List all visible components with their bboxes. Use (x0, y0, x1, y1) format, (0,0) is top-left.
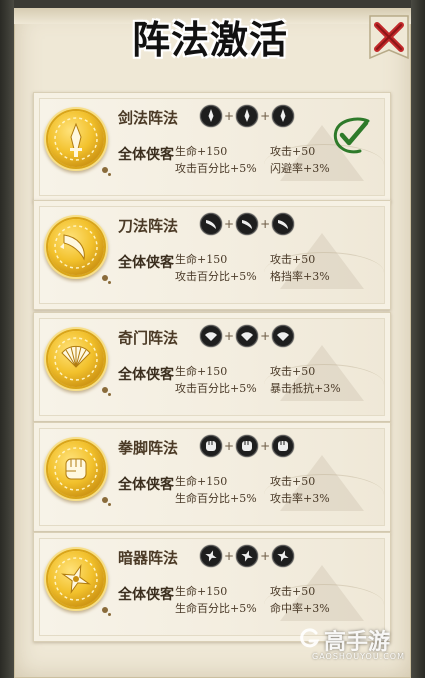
sword-icon (200, 105, 222, 127)
formation-name: 奇门阵法 (118, 329, 179, 347)
target-label: 全体侠客 (118, 477, 174, 493)
required-weapons: + + (200, 105, 295, 127)
plus-sign: + (260, 549, 271, 563)
target-label: 全体侠客 (118, 587, 174, 603)
stat-percent: 攻击百分比+5% (175, 382, 257, 395)
target-label: 全体侠客 (118, 147, 174, 163)
medal-ornament (102, 167, 108, 173)
stat-hp: 生命+150 (175, 145, 228, 158)
plus-sign: + (224, 217, 235, 231)
formation-card-saber[interactable]: 刀法阵法 + + 全体侠客 生命+150 攻击+50 攻击百分比+5% 格挡率+… (33, 200, 391, 310)
fan-medal-icon (48, 331, 104, 387)
plus-sign: + (260, 329, 271, 343)
plus-sign: + (224, 549, 235, 563)
fan-icon (236, 325, 259, 347)
formation-name: 暗器阵法 (118, 549, 179, 567)
stat-rate: 攻击率+3% (270, 492, 330, 505)
saber-icon (236, 213, 259, 235)
activated-check-icon (333, 117, 370, 154)
stat-attack: 攻击+50 (270, 145, 316, 158)
stat-attack: 攻击+50 (270, 365, 316, 378)
stat-hp: 生命+150 (175, 475, 228, 488)
saber-icon (272, 213, 295, 235)
medal-ornament (102, 497, 108, 503)
fist-medal-icon (48, 441, 104, 497)
fist-icon (272, 435, 295, 457)
formation-card-fan[interactable]: 奇门阵法 + + 全体侠客 生命+150 攻击+50 攻击百分比+5% 暴击抵抗… (33, 312, 391, 422)
plus-sign: + (260, 109, 271, 123)
required-weapons: + + (200, 213, 295, 235)
stat-hp: 生命+150 (175, 253, 228, 266)
required-weapons: + + (200, 545, 295, 567)
plus-sign: + (224, 439, 235, 453)
shuriken-icon (236, 545, 259, 567)
fist-icon (236, 435, 259, 457)
plus-sign: + (224, 109, 235, 123)
formation-name: 刀法阵法 (118, 217, 179, 235)
stat-percent: 攻击百分比+5% (175, 162, 257, 175)
close-x-icon (369, 15, 409, 60)
panel-title: 阵法激活 (131, 18, 288, 62)
watermark-url: GAOSHOUYOU.COM (312, 652, 406, 661)
target-label: 全体侠客 (118, 255, 174, 271)
medal-ornament (108, 281, 111, 284)
required-weapons: + + (200, 325, 295, 347)
fist-icon (200, 435, 222, 457)
plus-sign: + (224, 329, 235, 343)
medal-ornament (102, 275, 108, 281)
fan-icon (200, 325, 222, 347)
medal-ornament (108, 503, 111, 506)
medal-ornament (108, 173, 111, 176)
formation-name: 剑法阵法 (118, 109, 179, 127)
stat-rate: 暴击抵抗+3% (270, 382, 341, 395)
saber-medal-icon (48, 219, 104, 275)
stat-hp: 生命+150 (175, 585, 228, 598)
medal-ornament (102, 607, 108, 613)
background-left-edge (0, 0, 14, 678)
watermark: 高手游 GAOSHOUYOU.COM (298, 624, 418, 668)
medal-ornament (102, 387, 108, 393)
plus-sign: + (260, 217, 271, 231)
sword-medal-icon (48, 111, 104, 167)
stat-attack: 攻击+50 (270, 475, 316, 488)
medal-ornament (108, 613, 111, 616)
stat-attack: 攻击+50 (270, 253, 316, 266)
shuriken-icon (272, 545, 295, 567)
stat-rate: 格挡率+3% (270, 270, 330, 283)
sword-icon (236, 105, 259, 127)
shuriken-medal-icon (48, 551, 104, 607)
formation-card-fist[interactable]: 拳脚阵法 + + 全体侠客 生命+150 攻击+50 生命百分比+5% 攻击率+… (33, 422, 391, 532)
background-right-edge (411, 0, 425, 678)
medal-ornament (108, 393, 111, 396)
formation-card-sword[interactable]: 剑法阵法 + + 全体侠客 生命+150 攻击+50 攻击百分比+5% 闪避率+… (33, 92, 391, 202)
stat-rate: 闪避率+3% (270, 162, 330, 175)
plus-sign: + (260, 439, 271, 453)
sword-icon (272, 105, 295, 127)
stat-percent: 生命百分比+5% (175, 602, 257, 615)
close-button[interactable] (366, 12, 412, 62)
stat-percent: 攻击百分比+5% (175, 270, 257, 283)
stat-rate: 命中率+3% (270, 602, 330, 615)
required-weapons: + + (200, 435, 295, 457)
stat-percent: 生命百分比+5% (175, 492, 257, 505)
stat-hp: 生命+150 (175, 365, 228, 378)
formation-name: 拳脚阵法 (118, 439, 179, 457)
fan-icon (272, 325, 295, 347)
stat-attack: 攻击+50 (270, 585, 316, 598)
saber-icon (200, 213, 222, 235)
shuriken-icon (200, 545, 222, 567)
target-label: 全体侠客 (118, 367, 174, 383)
brand-logo-icon (300, 628, 320, 648)
